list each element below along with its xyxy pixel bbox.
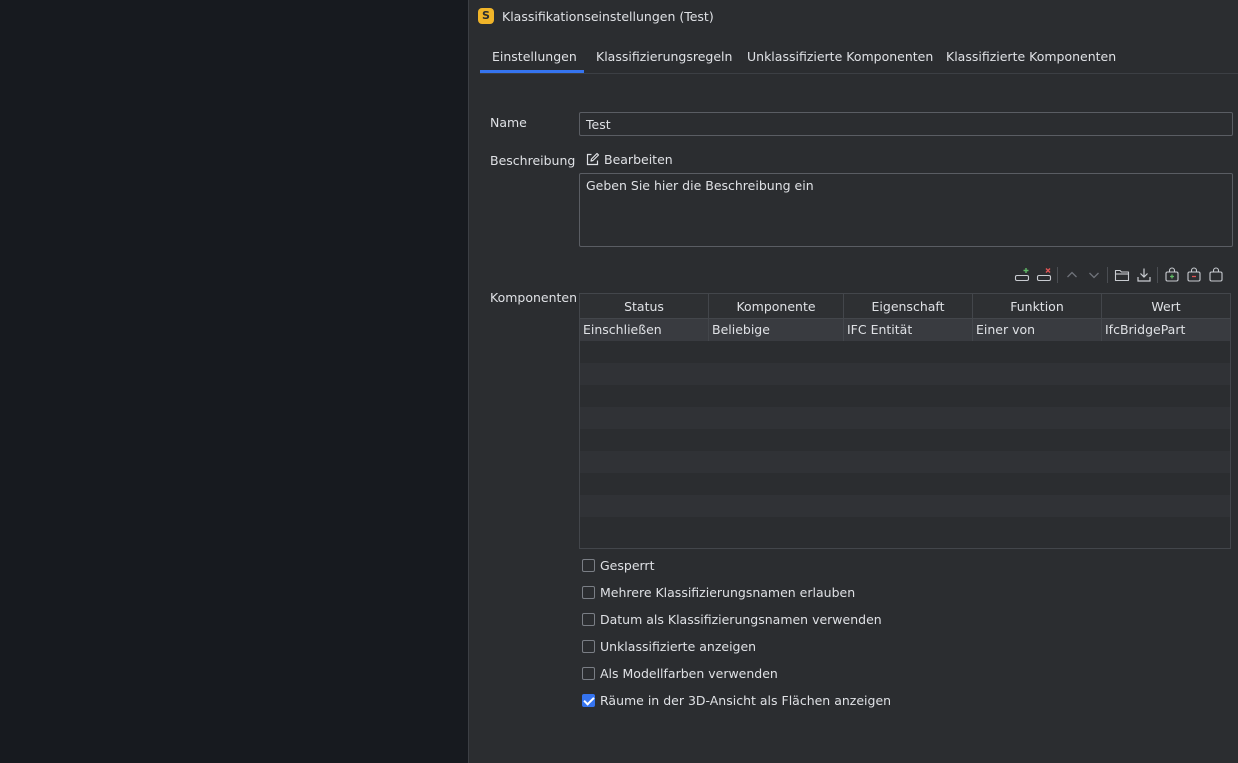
empty-table-row <box>580 341 1230 363</box>
description-label: Beschreibung <box>490 153 576 168</box>
table-cell-funktion[interactable]: Einer von <box>973 319 1102 341</box>
toolbar-separator <box>1057 267 1058 283</box>
modellfarben-label: Als Modellfarben verwenden <box>600 666 778 681</box>
app-logo-icon: S <box>478 8 494 24</box>
description-textarea[interactable]: Geben Sie hier die Beschreibung ein <box>579 173 1233 247</box>
move-down-icon[interactable] <box>1085 266 1103 284</box>
gesperrt-label: Gesperrt <box>600 558 655 573</box>
name-label: Name <box>490 115 527 130</box>
import-icon[interactable] <box>1135 266 1153 284</box>
empty-table-row <box>580 407 1230 429</box>
gesperrt-checkbox[interactable] <box>582 559 595 572</box>
table-row[interactable]: Einschließen Beliebige IFC Entität Einer… <box>580 319 1230 341</box>
table-cell-wert[interactable]: IfcBridgePart <box>1102 319 1230 341</box>
unklassifizierte-anzeigen-checkbox[interactable] <box>582 640 595 653</box>
move-up-icon[interactable] <box>1063 266 1081 284</box>
empty-table-row <box>580 385 1230 407</box>
components-label: Komponenten <box>490 290 578 305</box>
classification-settings-dialog: S Klassifikationseinstellungen (Test) Ei… <box>468 0 1238 763</box>
toolbar-separator <box>1157 267 1158 283</box>
edit-description-label: Bearbeiten <box>604 152 673 167</box>
empty-table-row <box>580 517 1230 539</box>
tab-unklassifizierte-komponenten[interactable]: Unklassifizierte Komponenten <box>735 40 945 73</box>
window-title: Klassifikationseinstellungen (Test) <box>502 9 714 24</box>
table-header: Status Komponente Eigenschaft Funktion W… <box>580 294 1230 319</box>
bag-icon[interactable] <box>1207 266 1225 284</box>
column-header-status[interactable]: Status <box>580 294 709 318</box>
components-toolbar <box>1013 266 1227 284</box>
unklassifizierte-anzeigen-label: Unklassifizierte anzeigen <box>600 639 757 654</box>
raeume-als-flaechen-checkbox[interactable] <box>582 694 595 707</box>
mehrere-namen-label: Mehrere Klassifizierungsnamen erlauben <box>600 585 856 600</box>
name-input[interactable]: Test <box>579 112 1233 136</box>
open-folder-icon[interactable] <box>1113 266 1131 284</box>
empty-table-row <box>580 473 1230 495</box>
bag-remove-icon[interactable] <box>1185 266 1203 284</box>
column-header-komponente[interactable]: Komponente <box>709 294 844 318</box>
edit-icon <box>586 152 600 166</box>
bag-add-icon[interactable] <box>1163 266 1181 284</box>
table-cell-eigenschaft[interactable]: IFC Entität <box>844 319 973 341</box>
empty-table-row <box>580 451 1230 473</box>
column-header-funktion[interactable]: Funktion <box>973 294 1102 318</box>
table-cell-status[interactable]: Einschließen <box>580 319 709 341</box>
empty-table-row <box>580 363 1230 385</box>
tab-bar: Einstellungen Klassifizierungsregeln Unk… <box>480 40 1238 74</box>
title-bar: S Klassifikationseinstellungen (Test) <box>469 0 1238 32</box>
raeume-als-flaechen-label: Räume in der 3D-Ansicht als Flächen anze… <box>600 693 892 708</box>
remove-row-icon[interactable] <box>1035 266 1053 284</box>
modellfarben-checkbox[interactable] <box>582 667 595 680</box>
empty-table-row <box>580 495 1230 517</box>
tab-klassifizierungsregeln[interactable]: Klassifizierungsregeln <box>584 40 744 73</box>
datum-als-name-checkbox[interactable] <box>582 613 595 626</box>
table-cell-komponente[interactable]: Beliebige <box>709 319 844 341</box>
components-table: Status Komponente Eigenschaft Funktion W… <box>579 293 1231 549</box>
toolbar-separator <box>1107 267 1108 283</box>
column-header-wert[interactable]: Wert <box>1102 294 1230 318</box>
tab-klassifizierte-komponenten[interactable]: Klassifizierte Komponenten <box>934 40 1128 73</box>
datum-als-name-label: Datum als Klassifizierungsnamen verwende… <box>600 612 882 627</box>
tab-einstellungen[interactable]: Einstellungen <box>480 40 584 73</box>
mehrere-namen-checkbox[interactable] <box>582 586 595 599</box>
empty-table-row <box>580 429 1230 451</box>
column-header-eigenschaft[interactable]: Eigenschaft <box>844 294 973 318</box>
add-row-icon[interactable] <box>1013 266 1031 284</box>
